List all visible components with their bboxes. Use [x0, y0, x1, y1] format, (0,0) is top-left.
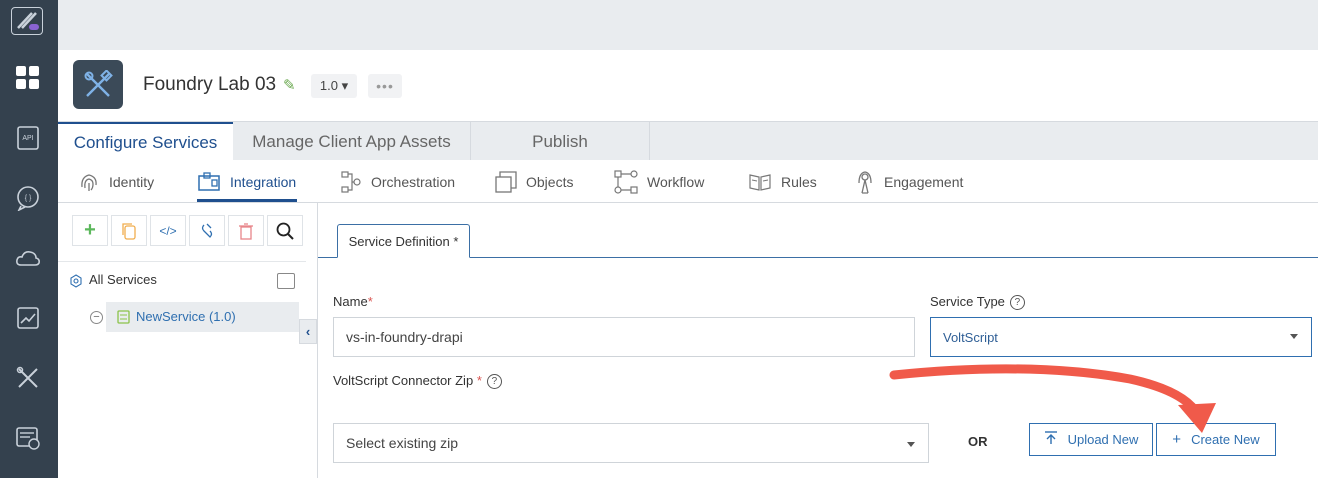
top-bar	[58, 0, 1318, 50]
existing-zip-value: Select existing zip	[346, 435, 459, 451]
api-icon[interactable]: API	[14, 124, 42, 152]
more-options-button[interactable]: •••	[368, 74, 402, 98]
collapse-panel-button[interactable]: ‹	[299, 319, 317, 344]
tab-manage-client-app-assets[interactable]: Manage Client App Assets	[233, 122, 471, 161]
subtab-identity[interactable]: Identity	[78, 170, 154, 194]
chevron-down-icon	[1290, 334, 1298, 339]
name-input[interactable]: vs-in-foundry-drapi	[333, 317, 915, 357]
service-name: NewService (1.0)	[136, 309, 236, 324]
link-icon	[201, 223, 213, 238]
link-service-button[interactable]	[189, 215, 225, 246]
app-title: Foundry Lab 03	[143, 74, 277, 95]
chat-icon[interactable]: { }	[14, 184, 42, 212]
engagement-icon	[855, 170, 875, 194]
subtab-label: Identity	[109, 174, 155, 190]
subtab-workflow[interactable]: Workflow	[614, 170, 704, 194]
or-separator: OR	[968, 434, 988, 449]
subtab-objects[interactable]: Objects	[495, 170, 573, 194]
version-dropdown[interactable]: 1.0 ▾	[311, 74, 357, 98]
copy-service-button[interactable]	[111, 215, 147, 246]
subtab-label: Engagement	[884, 174, 964, 190]
all-services-node[interactable]: All Services	[58, 261, 306, 301]
subtab-integration[interactable]: Integration	[197, 170, 296, 194]
objects-icon	[495, 171, 517, 193]
modified-marker: *	[453, 233, 459, 249]
copy-icon	[122, 222, 136, 240]
tools-icon[interactable]	[14, 364, 42, 392]
tab-configure-services[interactable]: Configure Services	[58, 122, 233, 161]
chevron-down-icon	[907, 442, 915, 447]
service-icon	[117, 310, 130, 329]
svg-text:{ }: { }	[25, 195, 32, 202]
search-icon	[276, 222, 294, 240]
name-label: Name*	[333, 294, 373, 309]
sub-tabs: Identity Integration Orchestration Objec…	[58, 160, 1318, 203]
collapse-node-icon[interactable]: −	[90, 311, 103, 324]
service-tree-item[interactable]: NewService (1.0)	[106, 302, 299, 332]
billing-icon[interactable]	[14, 424, 42, 452]
delete-service-button[interactable]	[228, 215, 264, 246]
app-header: Foundry Lab 03 ✎ 1.0 ▾ •••	[58, 50, 1318, 121]
code-view-button[interactable]: </>	[150, 215, 186, 246]
dashboard-icon[interactable]	[14, 64, 42, 92]
subtab-label: Orchestration	[371, 174, 456, 190]
rules-icon	[748, 172, 772, 192]
tab-label: Service Definition	[348, 233, 450, 249]
help-icon[interactable]: ?	[1009, 295, 1025, 311]
orchestration-icon	[340, 170, 362, 194]
left-nav-rail: API { }	[0, 0, 58, 478]
gear-icon	[69, 274, 83, 293]
app-icon	[73, 60, 123, 109]
zip-label: VoltScript Connector Zip *?	[333, 373, 502, 390]
trash-icon	[239, 222, 253, 240]
all-services-label: All Services	[89, 272, 157, 287]
cloud-icon[interactable]	[14, 244, 42, 272]
main-tabs: Configure Services Manage Client App Ass…	[58, 121, 1318, 161]
help-icon[interactable]: ?	[486, 374, 502, 390]
service-type-label: Service Type?	[930, 294, 1025, 311]
subtab-label: Integration	[230, 174, 297, 190]
tab-publish[interactable]: Publish	[471, 122, 650, 161]
service-type-value: VoltScript	[943, 329, 998, 345]
code-icon: </>	[159, 223, 177, 238]
edit-pencil-icon[interactable]: ✎	[283, 76, 296, 94]
integration-icon	[197, 171, 221, 193]
services-toolbar: + </>	[72, 215, 306, 247]
plus-icon: +	[84, 219, 96, 241]
search-button[interactable]	[267, 215, 303, 246]
subtab-label: Objects	[526, 174, 574, 190]
tab-service-definition[interactable]: Service Definition *	[337, 224, 470, 258]
subtab-label: Workflow	[647, 174, 705, 190]
foundry-logo-icon[interactable]	[11, 7, 43, 35]
analytics-icon[interactable]	[14, 304, 42, 332]
fingerprint-icon	[78, 171, 100, 193]
add-service-button[interactable]: +	[72, 215, 108, 246]
annotation-arrow-icon	[889, 364, 1216, 433]
existing-zip-select[interactable]: Select existing zip	[333, 423, 929, 463]
svg-text:API: API	[22, 135, 33, 142]
subtab-orchestration[interactable]: Orchestration	[340, 170, 455, 194]
subtab-label: Rules	[781, 174, 817, 190]
subtab-rules[interactable]: Rules	[748, 170, 817, 194]
service-type-select[interactable]: VoltScript	[930, 317, 1312, 357]
filter-settings-icon[interactable]	[277, 273, 295, 289]
workflow-icon	[614, 170, 638, 194]
subtab-engagement[interactable]: Engagement	[855, 170, 963, 194]
services-panel: + </> All Services − NewService (1.0) ‹	[58, 203, 318, 478]
active-tab-underline	[197, 199, 297, 202]
